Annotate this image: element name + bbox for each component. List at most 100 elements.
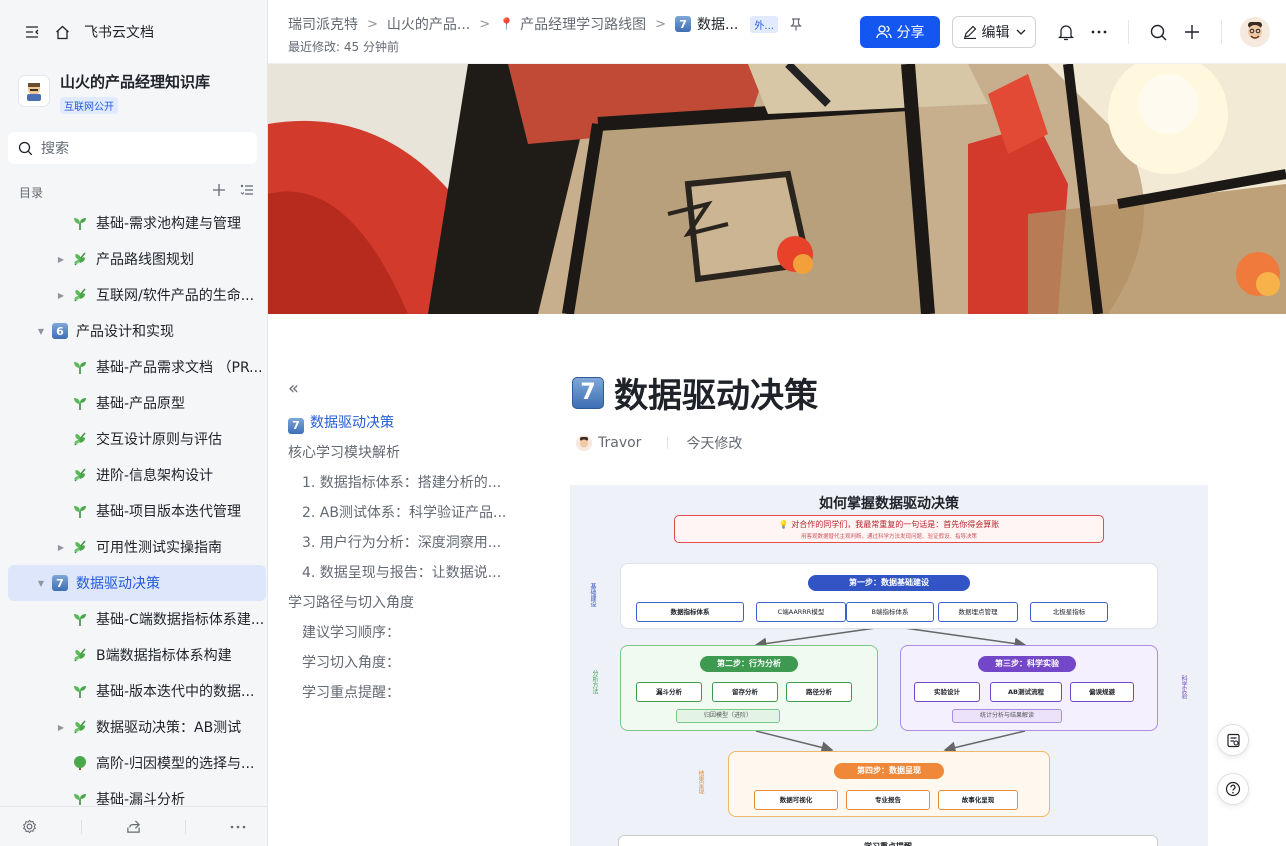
tree-item[interactable]: 基础-需求池构建与管理 — [8, 205, 266, 241]
tree-item[interactable]: ▶ 互联网/软件产品的生命... — [8, 277, 266, 313]
breadcrumb-item[interactable]: 山火的产品... — [387, 14, 470, 34]
collapse-outline-icon[interactable]: « — [288, 378, 528, 402]
outline-item-label: 学习重点提醒： — [302, 685, 400, 701]
outline-item[interactable]: 1. 数据指标体系：搭建分析的... — [288, 468, 528, 498]
tree-item[interactable]: ▶ 数据驱动决策：AB测试 — [8, 709, 266, 745]
sprout-icon — [72, 503, 88, 519]
sprout-icon — [72, 791, 88, 805]
pin-doc-icon[interactable] — [789, 17, 802, 31]
outline-item[interactable]: 学习路径与切入角度 — [288, 588, 528, 618]
tree-item[interactable]: 交互设计原则与评估 — [8, 421, 266, 457]
breadcrumb-item[interactable]: 产品经理学习路线图 — [520, 14, 646, 34]
tree-item[interactable]: 基础-产品需求文档 （PR... — [8, 349, 266, 385]
kb-title[interactable]: 山火的产品经理知识库 — [60, 72, 210, 92]
outline-item-label: 2. AB测试体系：科学验证产品... — [302, 505, 507, 521]
sprout-icon — [72, 359, 88, 375]
divider — [1128, 20, 1129, 44]
step3-item: AB测试流程 — [990, 682, 1062, 702]
doc-tree: 基础-需求池构建与管理 ▶ 产品路线图规划 ▶ 互联网/软件产品的生命... ▼ 6 产品设计… — [8, 205, 266, 805]
tree-item[interactable]: ▼ 6 产品设计和实现 — [8, 313, 266, 349]
outline-item[interactable]: 2. AB测试体系：科学验证产品... — [288, 498, 528, 528]
tree-item[interactable]: 基础-C端数据指标体系建... — [8, 601, 266, 637]
outline-item[interactable]: 建议学习顺序： — [288, 618, 528, 648]
more-icon[interactable] — [230, 825, 246, 829]
more-options-icon[interactable] — [1089, 22, 1109, 42]
step2-side-label: 分析方法 — [591, 670, 598, 694]
tree-item[interactable]: 基础-漏斗分析 — [8, 781, 266, 805]
tree-item[interactable]: 基础-项目版本迭代管理 — [8, 493, 266, 529]
step2-title: 第二步：行为分析 — [700, 656, 798, 672]
breadcrumb: 瑞司派克特 > 山火的产品... > 📍 产品经理学习路线图 > 7 数据...… — [288, 14, 802, 34]
tree-item-label: 可用性测试实操指南 — [96, 540, 222, 556]
collapsed-arrow-icon[interactable]: ▶ — [56, 255, 66, 264]
help-button[interactable] — [1217, 773, 1249, 805]
diagram-bottom-section: 学习重点提醒 — [618, 835, 1158, 846]
tree-item[interactable]: 基础-产品原型 — [8, 385, 266, 421]
tree-item[interactable]: 进阶-信息架构设计 — [8, 457, 266, 493]
user-avatar[interactable] — [1240, 17, 1270, 47]
tree-item[interactable]: 基础-版本迭代中的数据... — [8, 673, 266, 709]
sprout-icon — [72, 611, 88, 627]
author-name[interactable]: Travor — [598, 435, 641, 451]
tree-item-label: 数据驱动决策：AB测试 — [96, 720, 242, 736]
step3-sub: 统计分析与结果解读 — [952, 709, 1062, 723]
collapse-sidebar-icon[interactable] — [24, 24, 40, 40]
outline-item[interactable]: 学习切入角度： — [288, 648, 528, 678]
outline-item[interactable]: 核心学习模块解析 — [288, 438, 528, 468]
app-header: 飞书云文档 — [0, 16, 268, 48]
app-title[interactable]: 飞书云文档 — [84, 22, 154, 42]
search-icon[interactable] — [1148, 22, 1168, 42]
outline-item[interactable]: 学习重点提醒： — [288, 678, 528, 708]
comment-panel-button[interactable] — [1217, 724, 1249, 756]
breadcrumb-item[interactable]: 瑞司派克特 — [288, 14, 358, 34]
step3-side-label: 科学实验 — [1180, 675, 1187, 699]
tree-icon — [72, 755, 88, 771]
number-seven-icon: 7 — [52, 575, 68, 591]
comment-doc-icon — [1226, 733, 1240, 747]
external-badge[interactable]: 外... — [750, 15, 778, 33]
list-settings-icon[interactable] — [240, 183, 254, 197]
tree-item-label: 互联网/软件产品的生命... — [96, 288, 255, 304]
collapsed-arrow-icon[interactable]: ▶ — [56, 723, 66, 732]
sprout-icon — [72, 215, 88, 231]
outline-item-label: 4. 数据呈现与报告：让数据说... — [302, 565, 502, 581]
expanded-arrow-icon[interactable]: ▼ — [36, 579, 46, 588]
share-out-icon[interactable] — [126, 819, 141, 834]
settings-icon[interactable] — [22, 819, 37, 834]
breadcrumb-current[interactable]: 数据... — [697, 14, 738, 34]
notification-bell-icon[interactable] — [1056, 22, 1076, 42]
share-button[interactable]: 分享 — [860, 16, 940, 48]
expanded-arrow-icon[interactable]: ▼ — [36, 327, 46, 336]
author-avatar[interactable] — [576, 435, 592, 451]
outline-item[interactable]: 4. 数据呈现与报告：让数据说... — [288, 558, 528, 588]
herb-icon — [72, 647, 88, 663]
knowledge-base-header: 山火的产品经理知识库 互联网公开 — [18, 72, 210, 114]
add-icon[interactable] — [212, 183, 226, 197]
plus-icon[interactable] — [1182, 22, 1202, 42]
tree-item[interactable]: 高阶-归因模型的选择与... — [8, 745, 266, 781]
edit-button[interactable]: 编辑 — [952, 16, 1036, 48]
outline-item[interactable]: 3. 用户行为分析：深度洞察用... — [288, 528, 528, 558]
collapsed-arrow-icon[interactable]: ▶ — [56, 291, 66, 300]
outline-item-label: 1. 数据指标体系：搭建分析的... — [302, 475, 502, 491]
outline-item[interactable]: 7 数据驱动决策 — [288, 408, 528, 438]
cover-image — [268, 64, 1286, 314]
collapsed-arrow-icon[interactable]: ▶ — [56, 543, 66, 552]
step1-item: 北极星指标 — [1030, 602, 1108, 622]
number-six-icon: 6 — [52, 323, 68, 339]
tree-item-label: 产品设计和实现 — [76, 324, 174, 340]
tree-item[interactable]: B端数据指标体系构建 — [8, 637, 266, 673]
search-input[interactable]: 搜索 — [8, 132, 257, 164]
tree-item[interactable]: ▼ 7 数据驱动决策 — [8, 565, 266, 601]
tip-subtext: 用客观数据替代主观判断，通过科学方法发现问题、验证假设、指导决策 — [800, 534, 977, 540]
sidebar: 飞书云文档 山火的产品经理知识库 互联网公开 搜索 目录 基础-需求池构建与管理… — [0, 0, 268, 846]
learning-path-diagram[interactable]: 如何掌握数据驱动决策 💡 对合作的同学们，我最常重复的一句话是：首先你得会算账 … — [570, 485, 1208, 846]
home-icon[interactable] — [54, 24, 70, 40]
divider — [667, 437, 669, 449]
modified-time: 今天修改 — [686, 436, 743, 452]
step2-sub: 归因模型（进阶） — [676, 709, 780, 723]
tree-item-label: 基础-C端数据指标体系建... — [96, 612, 265, 628]
divider — [185, 819, 186, 834]
tree-item[interactable]: ▶ 可用性测试实操指南 — [8, 529, 266, 565]
tree-item[interactable]: ▶ 产品路线图规划 — [8, 241, 266, 277]
